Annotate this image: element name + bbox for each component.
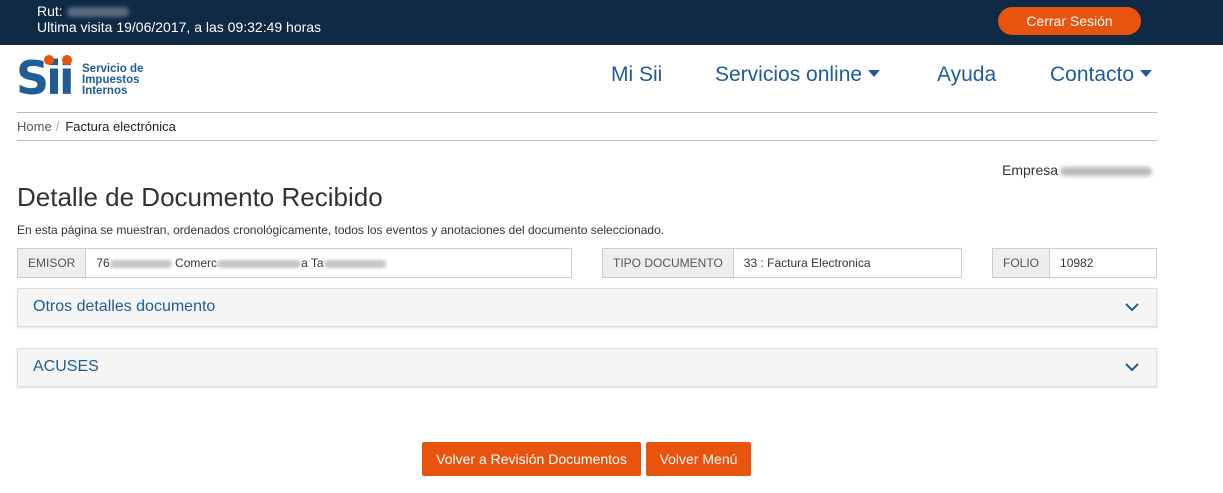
emisor-value-part: Comerc (175, 256, 218, 270)
empresa-label: Empresa (1002, 162, 1059, 178)
breadcrumb-home[interactable]: Home (17, 119, 52, 134)
tipo-documento-value: 33 : Factura Electronica (733, 249, 961, 277)
logo-dot (44, 55, 54, 65)
redacted-text (217, 259, 302, 268)
caret-down-icon (1140, 70, 1153, 78)
redacted-rut (66, 7, 129, 18)
user-info: Rut: Ultima visita 19/06/2017, a las 09:… (37, 3, 321, 35)
folio-label: FOLIO (993, 249, 1051, 277)
panel-otros-detalles[interactable]: Otros detalles documento (17, 288, 1157, 327)
logout-button[interactable]: Cerrar Sesión (998, 7, 1141, 35)
redacted-text (109, 259, 172, 268)
caret-down-icon (868, 70, 881, 78)
emisor-value-part: 76 (96, 256, 110, 270)
last-visit: Ultima visita 19/06/2017, a las 09:32:49… (37, 19, 322, 35)
back-to-review-button[interactable]: Volver a Revisión Documentos (422, 442, 641, 476)
emisor-value-part: a Ta (301, 256, 324, 270)
back-to-menu-button[interactable]: Volver Menú (646, 442, 751, 476)
nav-label: Contacto (1050, 63, 1135, 86)
breadcrumb-divider (17, 140, 1157, 141)
logo-line: Internos (82, 85, 128, 97)
page-title: Detalle de Documento Recibido (17, 182, 383, 212)
chevron-down-icon (1125, 303, 1139, 312)
nav-servicios-online[interactable]: Servicios online (715, 63, 881, 87)
nav-label: Mi Sii (611, 63, 663, 86)
nav-ayuda[interactable]: Ayuda (937, 63, 996, 87)
panel-title: Otros detalles documento (33, 298, 216, 315)
tipo-documento-field: TIPO DOCUMENTO 33 : Factura Electronica (602, 248, 962, 278)
folio-value: 10982 (1050, 249, 1156, 277)
nav-contacto[interactable]: Contacto (1050, 63, 1153, 87)
emisor-label: EMISOR (18, 249, 87, 277)
redacted-empresa (1060, 166, 1153, 176)
breadcrumb-current: Factura electrónica (65, 119, 176, 134)
nav-mi-sii[interactable]: Mi Sii (611, 63, 662, 87)
tipo-documento-label: TIPO DOCUMENTO (603, 249, 734, 277)
emisor-field: EMISOR 76 Comerc a Ta (17, 248, 572, 278)
panel-title: ACUSES (33, 358, 99, 375)
nav-label: Ayuda (937, 63, 997, 86)
chevron-down-icon (1125, 363, 1139, 372)
folio-field: FOLIO 10982 (992, 248, 1157, 278)
sii-logo[interactable]: Sii Servicio de Impuestos Internos (16, 55, 156, 103)
breadcrumb: Home / Factura electrónica (17, 119, 176, 134)
emisor-value: 76 Comerc a Ta (86, 249, 571, 277)
logo-text: Servicio de Impuestos Internos (82, 63, 143, 97)
header-divider (17, 112, 1157, 113)
breadcrumb-separator: / (55, 119, 60, 134)
redacted-text (323, 259, 386, 268)
page-description: En esta página se muestran, ordenados cr… (17, 223, 665, 237)
top-bar: Rut: Ultima visita 19/06/2017, a las 09:… (0, 0, 1223, 45)
panel-acuses[interactable]: ACUSES (17, 348, 1157, 387)
logo-dot (62, 55, 72, 65)
nav-label: Servicios online (715, 63, 863, 86)
empresa-info: Empresa (1002, 162, 1153, 178)
rut-line: Rut: (37, 3, 321, 19)
rut-label: Rut: (37, 3, 63, 19)
